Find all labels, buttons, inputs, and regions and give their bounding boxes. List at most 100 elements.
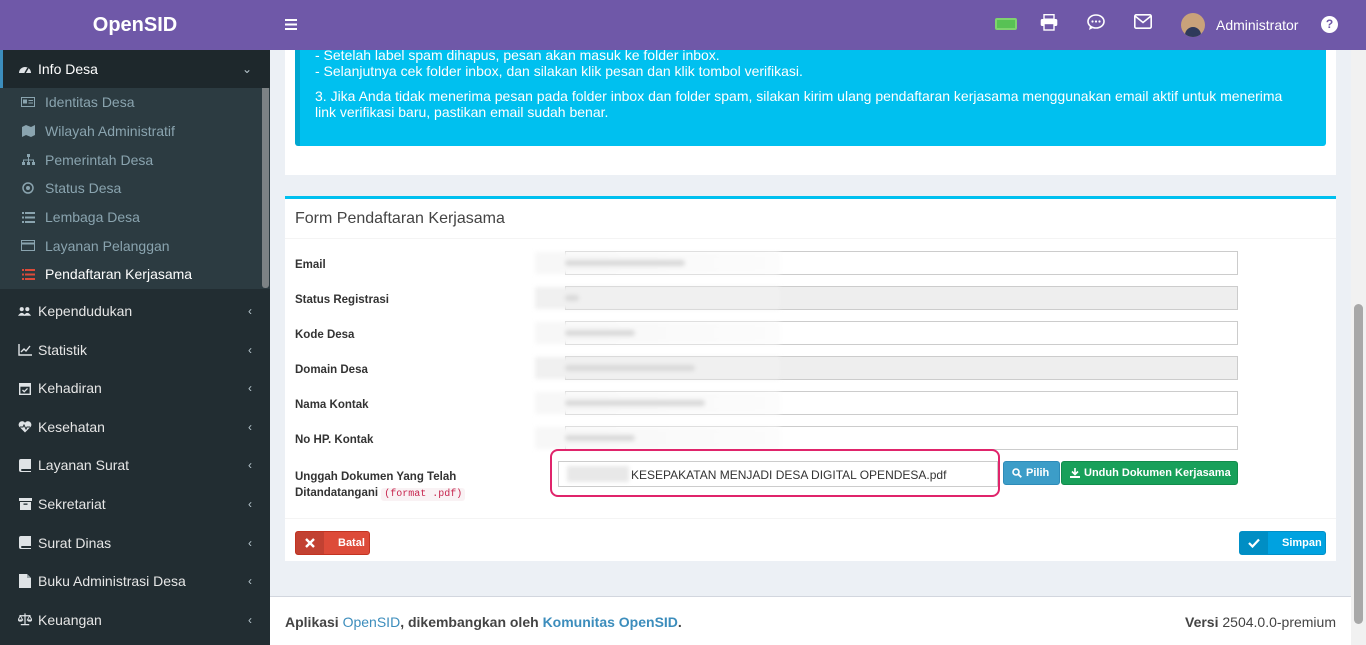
chevron-left-icon: ‹ <box>248 574 252 589</box>
help-icon[interactable]: ? <box>1321 16 1338 33</box>
hamburger-menu-icon[interactable] <box>285 14 297 35</box>
kode-desa-label: Kode Desa <box>295 329 355 341</box>
balance-scale-icon <box>18 613 32 627</box>
callout-line: - Setelah label spam dihapus, pesan akan… <box>315 47 720 63</box>
username[interactable]: Administrator <box>1216 17 1298 33</box>
komunitas-opensid-link[interactable]: Komunitas OpenSID <box>543 614 678 630</box>
upload-filename: KESEPAKATAN MENJADI DESA DIGITAL OPENDES… <box>631 468 947 482</box>
unduh-dokumen-button[interactable]: Unduh Dokumen Kerjasama <box>1061 461 1238 485</box>
redacted-value <box>535 287 780 309</box>
chevron-left-icon: ‹ <box>248 342 252 357</box>
sidebar-item-label: Info Desa <box>38 61 98 77</box>
info-callout: - Setelah label spam dihapus, pesan akan… <box>295 47 1326 146</box>
sidebar-item-label: Surat Dinas <box>38 534 112 551</box>
redacted-value <box>535 427 780 449</box>
chevron-left-icon: ‹ <box>248 458 252 473</box>
footer-credits: Aplikasi OpenSID, dikembangkan oleh Komu… <box>285 614 682 630</box>
sidebar-item-label: Layanan Surat <box>38 457 130 474</box>
chevron-left-icon: ‹ <box>248 612 252 627</box>
sidebar-item-label: Kependudukan <box>38 303 133 320</box>
calendar-check-icon <box>18 381 32 395</box>
battery-icon[interactable] <box>995 18 1017 30</box>
batal-label: Batal <box>338 537 365 549</box>
sidebar-item-surat-dinas[interactable]: Surat Dinas ‹ <box>0 523 270 562</box>
upload-format-hint: (format .pdf) <box>381 488 466 501</box>
users-icon <box>18 304 32 318</box>
sidebar-subitem-identitas-desa[interactable]: Identitas Desa <box>0 88 270 117</box>
sidebar-item-info-desa[interactable]: Info Desa ⌄ <box>0 50 270 88</box>
sidebar-item-kesehatan[interactable]: Kesehatan ‹ <box>0 408 270 447</box>
chevron-down-icon: ⌄ <box>241 62 252 76</box>
sidebar-subitem-label: Layanan Pelanggan <box>45 237 170 254</box>
sidebar-item-label: Kesehatan <box>38 418 105 435</box>
footer: Aplikasi OpenSID, dikembangkan oleh Komu… <box>270 596 1351 645</box>
callout-line: - Selanjutnya cek folder inbox, dan sila… <box>315 62 803 79</box>
footer-version: Versi 2504.0.0-premium <box>1185 614 1336 630</box>
nama-kontak-label: Nama Kontak <box>295 399 369 411</box>
pilih-button[interactable]: Pilih <box>1003 461 1060 485</box>
sidebar-item-kependudukan[interactable]: Kependudukan ‹ <box>0 292 270 331</box>
form-box: Form Pendaftaran Kerjasama Email Status … <box>285 196 1336 561</box>
form-header-divider <box>285 238 1336 239</box>
email-label: Email <box>295 259 326 271</box>
sidebar-subitem-lembaga-desa[interactable]: Lembaga Desa <box>0 203 270 232</box>
page-scrollbar-thumb[interactable] <box>1354 304 1363 624</box>
unduh-label: Unduh Dokumen Kerjasama <box>1084 467 1231 479</box>
mail-icon[interactable] <box>1134 14 1152 34</box>
sidebar-item-buku-administrasi-desa[interactable]: Buku Administrasi Desa ‹ <box>0 562 270 601</box>
form-title: Form Pendaftaran Kerjasama <box>295 210 505 227</box>
upload-label-text: Ditandatangani <box>295 487 379 499</box>
sitemap-icon <box>21 153 35 166</box>
redacted-value <box>567 466 629 482</box>
sidebar-item-statistik[interactable]: Statistik ‹ <box>0 330 270 369</box>
version-label: Versi <box>1185 614 1219 630</box>
heartbeat-icon <box>18 420 32 434</box>
avatar[interactable] <box>1181 13 1205 37</box>
book-icon <box>18 458 32 472</box>
map-icon <box>21 125 35 138</box>
sidebar-item-label: Statistik <box>38 341 88 358</box>
sidebar-subitem-pemerintah-desa[interactable]: Pemerintah Desa <box>0 145 270 174</box>
redacted-value <box>535 392 780 414</box>
card-icon <box>21 240 35 252</box>
brand-logo[interactable]: OpenSID <box>0 0 270 50</box>
footer-text: Aplikasi <box>285 614 343 630</box>
footer-text: . <box>677 614 682 630</box>
upload-label: Unggah Dokumen Yang Telah Ditandatangani… <box>295 469 466 503</box>
topbar: Administrator ? <box>270 0 1366 50</box>
sidebar: OpenSID Info Desa ⌄ Identitas Desa Wilay… <box>0 0 270 645</box>
sidebar-subitem-status-desa[interactable]: Status Desa <box>0 174 270 203</box>
batal-button[interactable]: Batal <box>295 531 370 555</box>
sidebar-subitem-layanan-pelanggan[interactable]: Layanan Pelanggan <box>0 231 270 260</box>
chat-icon[interactable] <box>1087 14 1105 36</box>
sidebar-item-keuangan[interactable]: Keuangan ‹ <box>0 601 270 640</box>
sidebar-item-sekretariat[interactable]: Sekretariat ‹ <box>0 485 270 524</box>
opensid-link[interactable]: OpenSID <box>343 614 401 630</box>
page-scrollbar[interactable] <box>1351 50 1366 645</box>
archive-icon <box>18 497 32 511</box>
sidebar-subitem-pendaftaran-kerjasama[interactable]: Pendaftaran Kerjasama <box>0 260 270 289</box>
sidebar-subitem-wilayah-administratif[interactable]: Wilayah Administratif <box>0 117 270 146</box>
sidebar-submenu: Identitas Desa Wilayah Administratif Pem… <box>0 88 270 289</box>
sidebar-item-kehadiran[interactable]: Kehadiran ‹ <box>0 369 270 408</box>
sidebar-item-label: Kehadiran <box>38 380 102 397</box>
upload-label-line: Unggah Dokumen Yang Telah <box>295 471 457 483</box>
sidebar-subitem-label: Identitas Desa <box>45 94 135 111</box>
book-icon <box>18 536 32 550</box>
footer-text: , dikembangkan oleh <box>400 614 543 630</box>
sidebar-item-layanan-surat[interactable]: Layanan Surat ‹ <box>0 446 270 485</box>
redacted-value <box>535 252 780 274</box>
domain-desa-label: Domain Desa <box>295 364 368 376</box>
redacted-value <box>535 322 780 344</box>
sidebar-item-label: Keuangan <box>38 611 102 628</box>
upload-file-input[interactable]: KESEPAKATAN MENJADI DESA DIGITAL OPENDES… <box>558 461 998 487</box>
info-box: - Setelah label spam dihapus, pesan akan… <box>285 47 1336 175</box>
chevron-left-icon: ‹ <box>248 535 252 550</box>
pilih-label: Pilih <box>1026 467 1050 479</box>
sidebar-subitem-label: Wilayah Administratif <box>45 123 175 140</box>
chevron-left-icon: ‹ <box>248 304 252 319</box>
id-card-icon <box>21 97 35 108</box>
simpan-button[interactable]: Simpan <box>1239 531 1326 555</box>
printer-icon[interactable] <box>1040 13 1058 36</box>
chevron-left-icon: ‹ <box>248 497 252 512</box>
